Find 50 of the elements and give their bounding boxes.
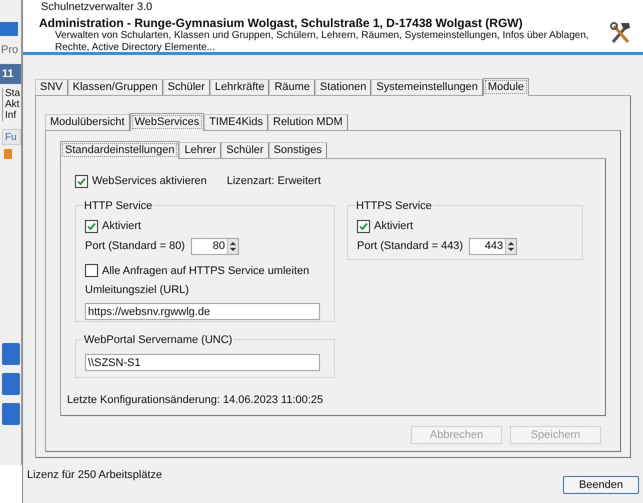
port-spinner[interactable]: 443: [469, 238, 518, 254]
last-change-text: Letzte Konfigurationsänderung: 14.06.2023 11:00:25: [67, 392, 324, 408]
tab[interactable]: Sonstiges: [268, 142, 327, 158]
server-name-input-field[interactable]: \\SZSN-S1: [85, 354, 320, 371]
group-title: HTTP Service: [83, 198, 154, 214]
header-title: Administration - Runge-Gymnasium Wolgast, Schulstraße 1, D-17438 Wolgast (RGW): [39, 16, 524, 30]
tab[interactable]: TIME4Kids: [204, 114, 268, 130]
spinner-arrows-icon[interactable]: [226, 238, 238, 254]
tab[interactable]: SNV: [35, 79, 68, 95]
checkbox-label: Alle Anfragen auf HTTPS Service umleiten: [102, 264, 310, 278]
header-description: Verwalten von Schularten, Klassen und Gruppen, Schülern, Lehrern, Räumen, Systemeinstellungen, Infos über Ablagen, Rechte, Active Directory Elemente...: [54, 30, 590, 54]
column-header: Fu: [2, 128, 21, 144]
tab[interactable]: Module: [482, 78, 529, 96]
field-label: Umleitungsziel (URL): [85, 283, 190, 298]
tab[interactable]: Schüler: [162, 79, 210, 95]
tab[interactable]: Lehrkräfte: [210, 79, 270, 95]
port-label: Port (Standard = 80): [85, 238, 185, 254]
panel-header: 11: [0, 64, 21, 84]
window-title: Schulnetzverwalter 3.0: [23, 0, 643, 14]
window-text: Pro: [0, 43, 20, 58]
tab[interactable]: Systemeinstellungen: [371, 79, 483, 95]
tab[interactable]: WebServices: [130, 113, 204, 131]
checkbox[interactable]: [357, 220, 370, 233]
group-title: WebPortal Servername (UNC): [83, 332, 234, 348]
port-label: Port (Standard = 443): [357, 238, 464, 254]
checkbox-label: Aktiviert: [374, 219, 414, 234]
checkbox-label: WebServices aktivieren: [92, 174, 207, 189]
tab[interactable]: Modulübersicht: [45, 114, 130, 130]
checkbox[interactable]: [75, 174, 88, 188]
checkbox[interactable]: [85, 264, 98, 278]
group-title: HTTPS Service: [355, 198, 433, 214]
info-text: Sta: [5, 88, 21, 98]
info-text: Akt: [5, 98, 20, 110]
tab[interactable]: Relution MDM: [268, 114, 348, 130]
url-input-field[interactable]: https://websnv.rgwwlg.de: [85, 303, 320, 320]
tab[interactable]: Schüler: [221, 142, 269, 158]
hammer-wrench-icon: [609, 20, 633, 46]
spinner-arrows-icon[interactable]: [505, 238, 516, 254]
close-button[interactable]: Beenden: [563, 476, 639, 494]
info-text: Inf: [5, 110, 18, 120]
port-spinner[interactable]: 80: [190, 238, 239, 254]
tab[interactable]: Klassen/Gruppen: [68, 79, 163, 95]
checkbox[interactable]: [85, 220, 98, 233]
tab[interactable]: Lehrer: [179, 142, 222, 158]
tab[interactable]: Standardeinstellungen: [60, 141, 180, 159]
checkbox-label: Aktiviert: [102, 219, 142, 234]
tab[interactable]: Stationen: [314, 79, 372, 95]
license-status: Lizenz für 250 Arbeitsplätze: [27, 468, 162, 483]
license-type: Lizenzart: Erweitert: [226, 174, 321, 189]
tab[interactable]: Räume: [269, 79, 315, 95]
